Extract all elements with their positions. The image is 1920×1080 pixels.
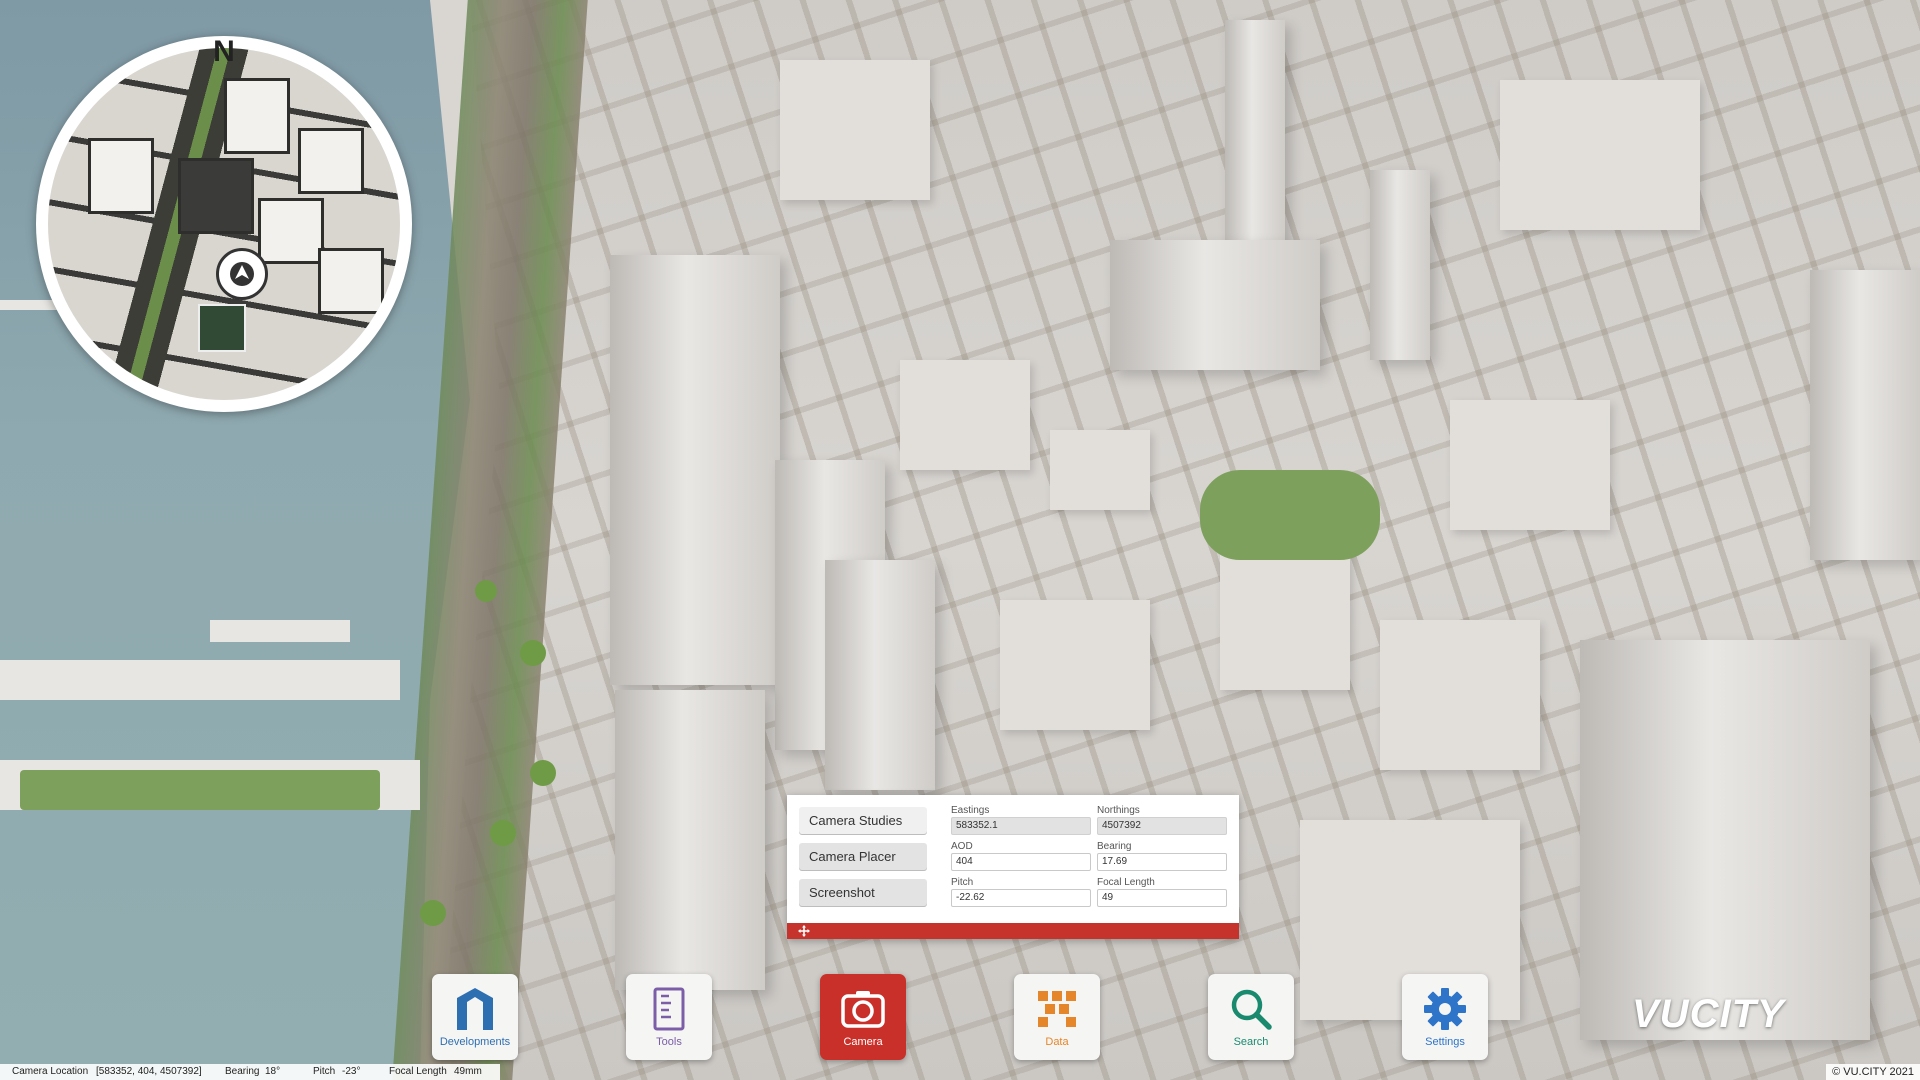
tower-building [610, 255, 780, 685]
northings-field: Northings 4507392 [1097, 805, 1227, 839]
focal-status-value: 49mm [454, 1066, 482, 1077]
pitch-input[interactable]: -22.62 [951, 889, 1091, 907]
focal-length-input[interactable]: 49 [1097, 889, 1227, 907]
vucity-logo: VUCITY [1632, 992, 1785, 1036]
minimap-building [318, 248, 384, 314]
tree [475, 580, 497, 602]
pitch-status-label: Pitch [313, 1066, 336, 1077]
camera-fields: Eastings 583352.1 Northings 4507392 AOD … [951, 805, 1227, 911]
building-block [1220, 540, 1350, 690]
tower-building [1580, 640, 1870, 1040]
minimap-building [178, 158, 254, 234]
north-indicator: N [213, 35, 235, 68]
tower-building [825, 560, 935, 790]
search-button[interactable]: Search [1208, 974, 1294, 1060]
camera-location-label: Camera Location [12, 1066, 89, 1077]
developments-label: Developments [439, 1036, 511, 1048]
tab-camera-placer[interactable]: Camera Placer [799, 843, 927, 871]
move-icon[interactable] [797, 924, 811, 938]
bearing-input[interactable]: 17.69 [1097, 853, 1227, 871]
tree [490, 820, 516, 846]
pitch-field: Pitch -22.62 [951, 877, 1091, 911]
search-icon [1228, 986, 1274, 1032]
tower-building [1810, 270, 1920, 560]
camera-icon [840, 986, 886, 1032]
camera-location-value: [583352, 404, 4507392] [96, 1066, 202, 1077]
pier [210, 620, 350, 642]
bearing-status-value: 18° [265, 1066, 281, 1077]
tower-building [1225, 20, 1285, 270]
building-block [1500, 80, 1700, 230]
settings-button[interactable]: Settings [1402, 974, 1488, 1060]
pitch-status-value: -23° [342, 1066, 361, 1077]
building-block [1050, 430, 1150, 510]
tab-camera-studies[interactable]: Camera Studies [799, 807, 927, 835]
tools-label: Tools [656, 1036, 682, 1048]
tower-building [615, 690, 765, 990]
data-button[interactable]: Data [1014, 974, 1100, 1060]
focal-status-label: Focal Length [389, 1066, 447, 1077]
panel-drag-bar[interactable] [787, 923, 1239, 939]
building-block [1000, 600, 1150, 730]
tower-building [1370, 170, 1430, 360]
developments-button[interactable]: Developments [432, 974, 518, 1060]
focal-length-label: Focal Length [1097, 877, 1155, 888]
aod-input[interactable]: 404 [951, 853, 1091, 871]
eastings-label: Eastings [951, 805, 990, 816]
status-bar: Camera Location [583352, 404, 4507392] B… [0, 1064, 500, 1080]
copyright-text: © VU.CITY 2021 [1826, 1064, 1920, 1080]
tools-button[interactable]: Tools [626, 974, 712, 1060]
pitch-label: Pitch [951, 877, 974, 888]
compass-minimap[interactable]: N [36, 35, 412, 412]
tower-building [1110, 240, 1320, 370]
minimap-map[interactable] [48, 48, 400, 400]
tree [530, 760, 556, 786]
eastings-value: 583352.1 [951, 817, 1091, 835]
bearing-status-label: Bearing [225, 1066, 260, 1077]
camera-panel: Camera Studies Camera Placer Screenshot … [787, 795, 1239, 939]
tab-screenshot[interactable]: Screenshot [799, 879, 927, 907]
camera-marker-icon [230, 262, 254, 286]
minimap-building [88, 138, 154, 214]
pier [0, 300, 60, 310]
minimap-plaza [198, 304, 246, 352]
gear-icon [1422, 986, 1468, 1032]
northings-label: Northings [1097, 805, 1140, 816]
settings-label: Settings [1425, 1036, 1465, 1048]
data-label: Data [1045, 1036, 1069, 1048]
pier [0, 660, 400, 700]
bearing-field: Bearing 17.69 [1097, 841, 1227, 875]
search-label: Search [1233, 1036, 1269, 1048]
building-block [1380, 620, 1540, 770]
aod-field: AOD 404 [951, 841, 1091, 875]
northings-value: 4507392 [1097, 817, 1227, 835]
tools-icon [646, 986, 692, 1032]
bearing-label: Bearing [1097, 841, 1132, 852]
tree [420, 900, 446, 926]
minimap-building [298, 128, 364, 194]
eastings-field: Eastings 583352.1 [951, 805, 1091, 839]
camera-button[interactable]: Camera [820, 974, 906, 1060]
building-block [1450, 400, 1610, 530]
tree [520, 640, 546, 666]
city-park [1200, 470, 1380, 560]
minimap-building [224, 78, 290, 154]
focal-length-field: Focal Length 49 [1097, 877, 1227, 911]
aod-label: AOD [951, 841, 973, 852]
camera-position-marker[interactable] [216, 248, 268, 300]
building-block [900, 360, 1030, 470]
developments-icon [452, 986, 498, 1032]
minimap-building [258, 198, 324, 264]
camera-tabs: Camera Studies Camera Placer Screenshot [799, 807, 927, 915]
building-block [780, 60, 930, 200]
park [20, 770, 380, 810]
camera-label: Camera [843, 1036, 883, 1048]
data-icon [1034, 986, 1080, 1032]
